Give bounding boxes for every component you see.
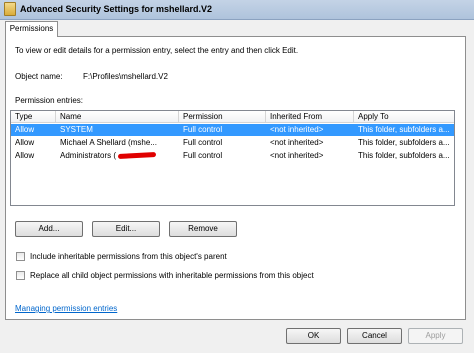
row-name: Michael A Shellard (mshe... <box>60 138 157 147</box>
row-name: Administrators ( <box>60 151 117 160</box>
include-inheritable-label: Include inheritable permissions from thi… <box>30 252 227 261</box>
column-header-apply-to[interactable]: Apply To <box>354 111 454 123</box>
row-permission: Full control <box>183 138 223 147</box>
redaction-mark <box>117 152 157 160</box>
ok-button[interactable]: OK <box>286 328 341 344</box>
row-name: SYSTEM <box>60 125 93 134</box>
edit-button[interactable]: Edit... <box>92 221 160 237</box>
row-name-cell: Administrators ( <box>56 150 179 162</box>
row-inherited-from: <not inherited> <box>270 138 324 147</box>
row-type: Allow <box>15 125 35 134</box>
add-button[interactable]: Add... <box>15 221 83 237</box>
replace-child-checkbox[interactable] <box>16 271 25 280</box>
row-type: Allow <box>15 138 35 147</box>
row-type: Allow <box>15 151 35 160</box>
list-header: Type Name Permission Inherited From Appl… <box>11 111 454 123</box>
table-row[interactable]: Allow Administrators ( Full control <not… <box>11 150 454 162</box>
row-apply-to: This folder, subfolders a... <box>358 138 450 147</box>
cancel-button[interactable]: Cancel <box>347 328 402 344</box>
object-name-value: F:\Profiles\mshellard.V2 <box>83 72 168 81</box>
column-header-type[interactable]: Type <box>11 111 56 123</box>
column-header-inherited-from[interactable]: Inherited From <box>266 111 354 123</box>
row-apply-to: This folder, subfolders a... <box>358 151 450 160</box>
row-permission: Full control <box>183 151 223 160</box>
row-apply-to: This folder, subfolders a... <box>358 125 450 134</box>
title-bar: Advanced Security Settings for mshellard… <box>0 0 474 20</box>
tab-permissions[interactable]: Permissions <box>5 21 58 37</box>
instructions-text: To view or edit details for a permission… <box>15 46 299 55</box>
table-row[interactable]: Allow Michael A Shellard (mshe... Full c… <box>11 137 454 149</box>
include-inheritable-checkbox[interactable] <box>16 252 25 261</box>
row-inherited-from: <not inherited> <box>270 151 324 160</box>
column-header-permission[interactable]: Permission <box>179 111 266 123</box>
replace-child-label: Replace all child object permissions wit… <box>30 271 314 280</box>
remove-button[interactable]: Remove <box>169 221 237 237</box>
managing-permissions-link[interactable]: Managing permission entries <box>15 304 117 313</box>
permission-entries-list[interactable]: Type Name Permission Inherited From Appl… <box>10 110 455 206</box>
row-permission: Full control <box>183 125 223 134</box>
window-title: Advanced Security Settings for mshellard… <box>20 4 213 14</box>
row-inherited-from: <not inherited> <box>270 125 324 134</box>
permission-entries-label: Permission entries: <box>15 96 84 105</box>
object-name-label: Object name: <box>15 72 63 81</box>
table-row[interactable]: Allow SYSTEM Full control <not inherited… <box>11 124 454 136</box>
apply-button[interactable]: Apply <box>408 328 463 344</box>
folder-icon <box>4 2 16 16</box>
column-header-name[interactable]: Name <box>56 111 179 123</box>
